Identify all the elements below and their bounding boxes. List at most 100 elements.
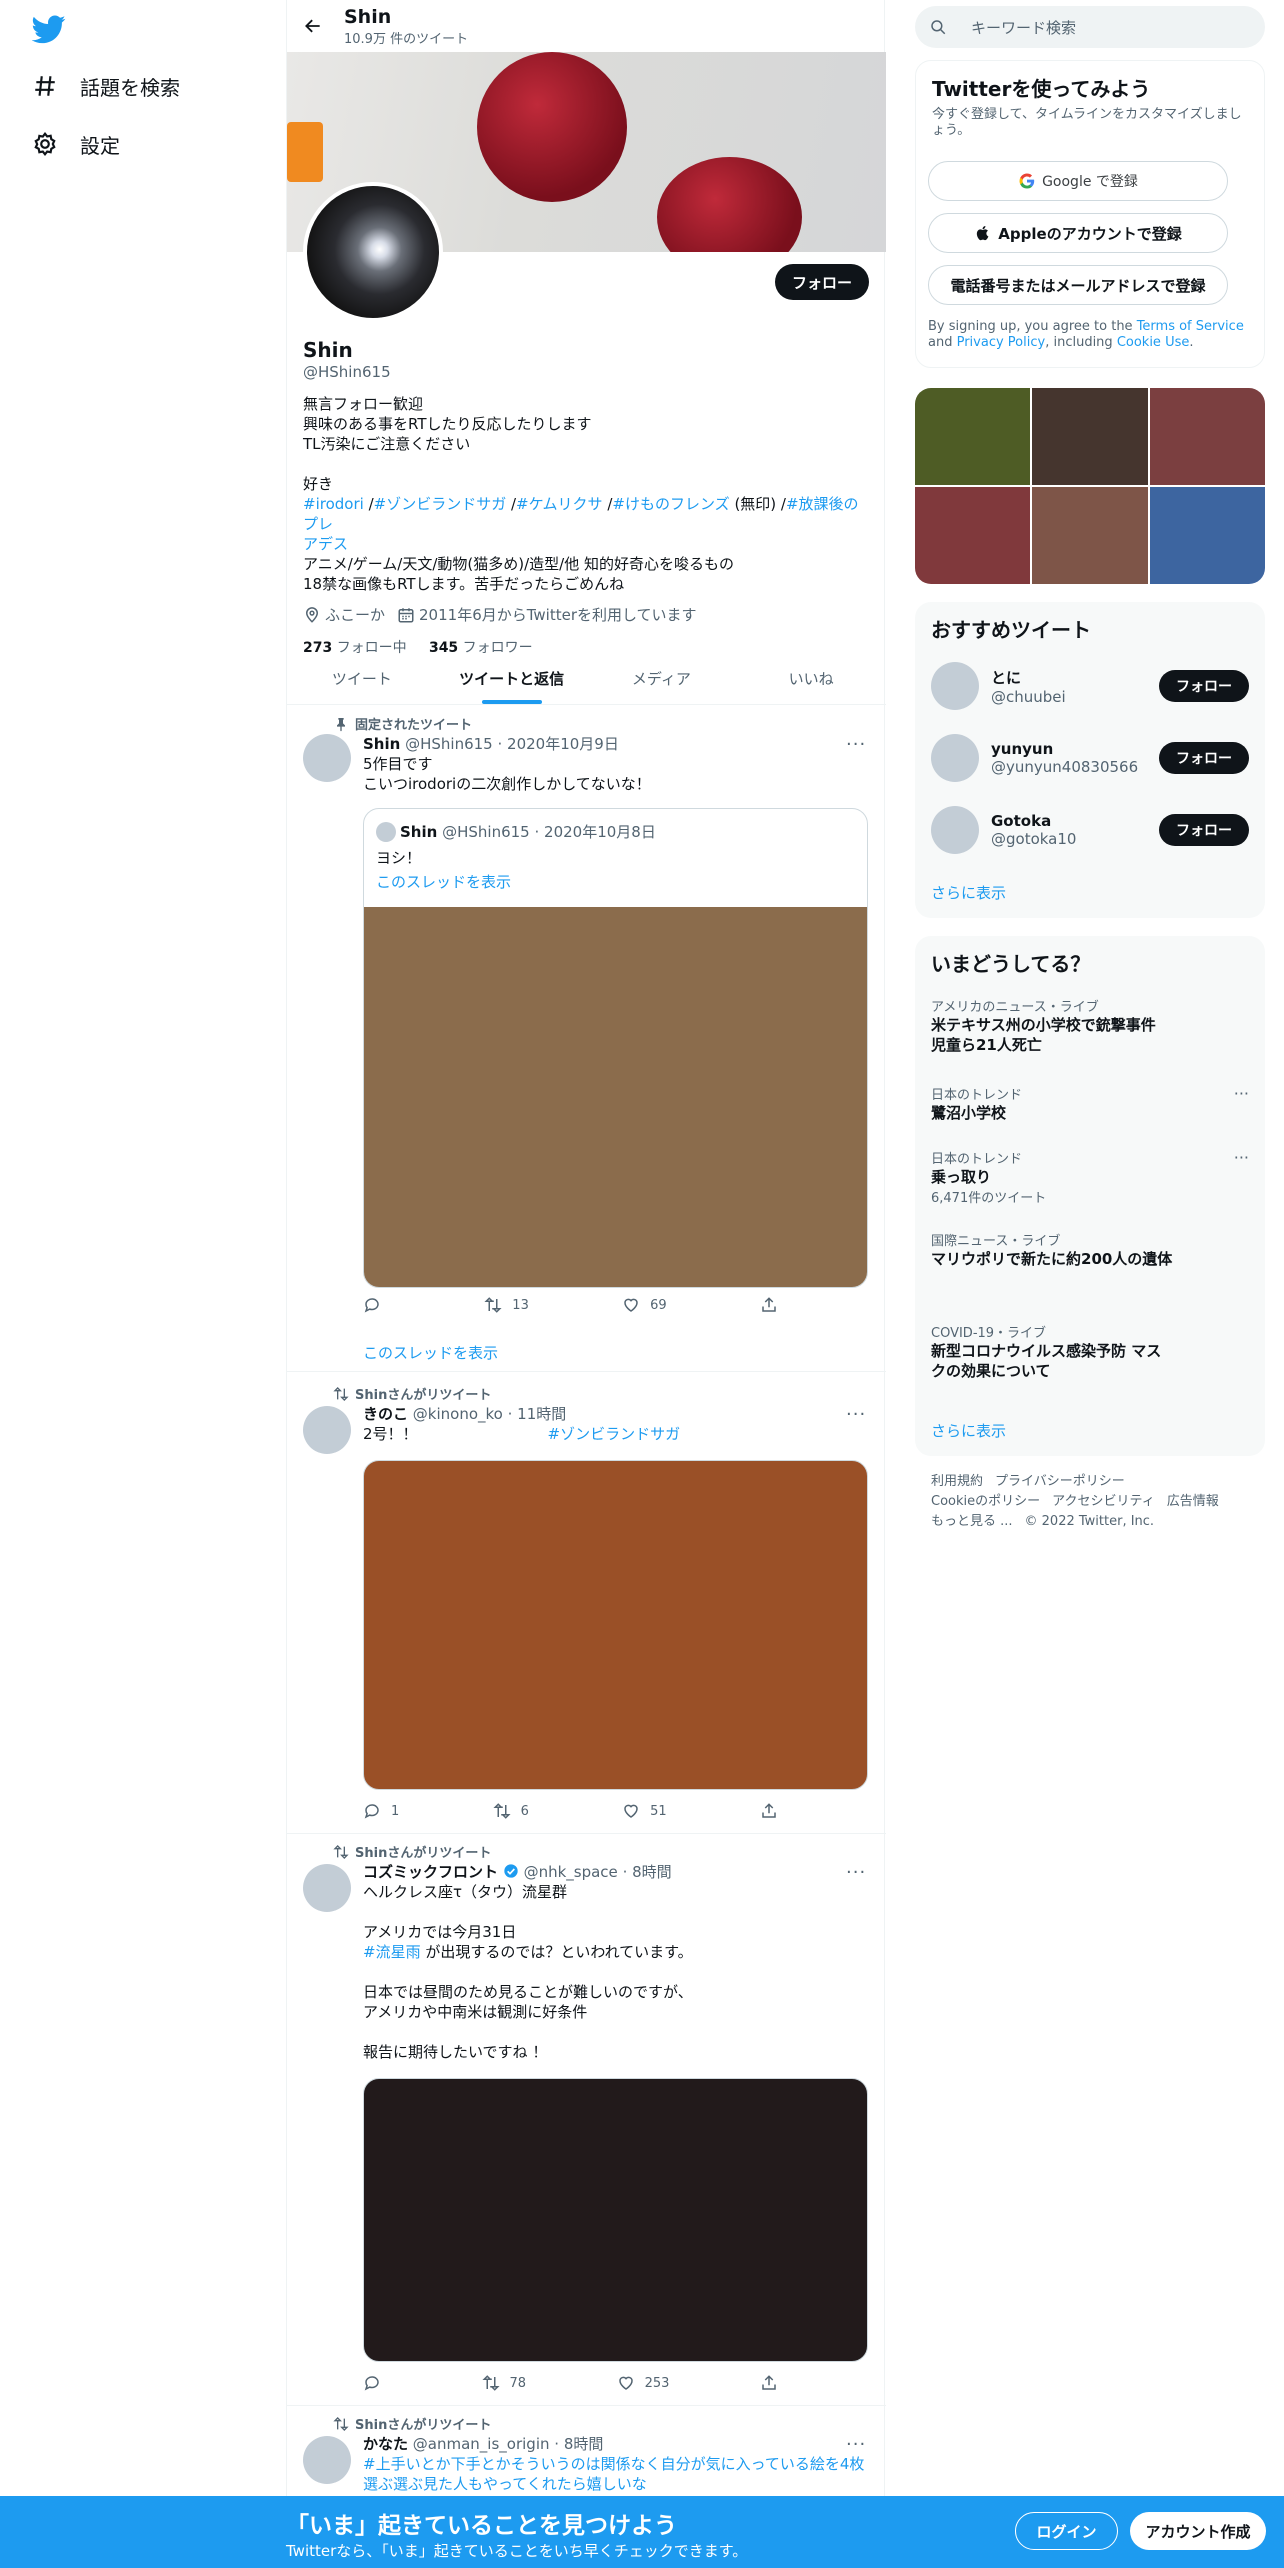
show-more-link[interactable]: さらに表示 (931, 1420, 1006, 1441)
search-box[interactable]: キーワード検索 (915, 6, 1265, 48)
tweet-author-handle[interactable]: @nhk_space (524, 1863, 618, 1881)
tweet-author-name[interactable]: コズミックフロント (363, 1863, 498, 1881)
tweet-author-handle[interactable]: @anman_is_origin (413, 2435, 550, 2453)
quoted-show-thread-link[interactable]: このスレッドを表示 (376, 871, 511, 892)
tweet-author-handle[interactable]: @kinono_ko (413, 1405, 503, 1423)
tweet-avatar[interactable] (303, 2436, 351, 2484)
quoted-tweet-image[interactable] (364, 907, 867, 1287)
show-thread-link[interactable]: このスレッドを表示 (363, 1342, 498, 1363)
trend-more-button[interactable]: ··· (1234, 1084, 1249, 1103)
follow-button[interactable]: フォロー (1159, 670, 1249, 702)
trend-item[interactable]: アメリカのニュース・ライブ 米テキサス州の小学校で銃撃事件 児童ら21人死亡 (931, 996, 1249, 1055)
tweet-date[interactable]: · 11時間 (508, 1405, 567, 1423)
tweet-date[interactable]: · 8時間 (554, 2435, 603, 2453)
cookie-use-link[interactable]: Cookie Use (1117, 335, 1190, 350)
tweet-author-name[interactable]: きのこ (363, 1405, 408, 1423)
tweet-avatar[interactable] (303, 1864, 351, 1912)
hashtag-link[interactable]: #irodori (303, 495, 364, 513)
trend-item[interactable]: 日本のトレンド 鷺沼小学校 ··· (931, 1084, 1249, 1123)
nav-settings[interactable]: 設定 (32, 124, 120, 164)
tweet-date[interactable]: · 2020年10月9日 (498, 735, 619, 753)
tweet-image[interactable] (363, 2078, 868, 2362)
google-signup-button[interactable]: Google で登録 (928, 161, 1228, 201)
tweet-more-button[interactable]: ··· (846, 1862, 870, 1883)
search-input[interactable]: キーワード検索 (971, 17, 1076, 38)
retweet-icon (333, 1386, 349, 1401)
hashtag-link[interactable]: #上手いとか下手とかそういうのは関係なく自分が気に入っている絵を4枚選ぶ選ぶ見た… (363, 2454, 868, 2494)
reply-button[interactable] (363, 1296, 391, 1314)
share-button[interactable] (760, 1296, 788, 1314)
footer-link[interactable]: アクセシビリティ (1052, 1494, 1155, 1509)
footer-link[interactable]: 利用規約 (931, 1474, 983, 1489)
tweet[interactable]: 固定されたツイート Shin @HShin615 · 2020年10月9日 5作… (287, 706, 886, 1372)
trend-item[interactable]: 国際ニュース・ライブ マリウポリで新たに約200人の遺体 (931, 1230, 1249, 1269)
apple-signup-button[interactable]: Appleのアカウントで登録 (928, 213, 1228, 253)
share-button[interactable] (760, 1802, 788, 1820)
follow-button[interactable]: フォロー (775, 264, 869, 300)
nav-explore[interactable]: 話題を検索 (32, 66, 180, 106)
hashtag-link[interactable]: #流星雨 (363, 1943, 421, 1961)
tweet-author-name[interactable]: Shin (363, 735, 400, 753)
media-thumbnail[interactable] (915, 487, 1031, 584)
phone-email-signup-button[interactable]: 電話番号またはメールアドレスで登録 (928, 265, 1228, 305)
media-thumbnail[interactable] (1149, 388, 1265, 485)
recommended-user[interactable]: とに @chuubei フォロー (931, 660, 1249, 712)
tweet-avatar[interactable] (303, 734, 351, 782)
privacy-policy-link[interactable]: Privacy Policy (957, 335, 1046, 350)
trend-item[interactable]: COVID-19・ライブ 新型コロナウイルス感染予防 マス クの効果について (931, 1322, 1249, 1381)
tweet-more-button[interactable]: ··· (846, 734, 870, 755)
like-button[interactable]: 253 (617, 2374, 669, 2392)
tweet-author-handle[interactable]: @HShin615 (405, 735, 493, 753)
header-profile-name: Shin (344, 5, 392, 28)
reply-button[interactable]: 1 (363, 1802, 399, 1820)
tweet-date[interactable]: · 8時間 (623, 1863, 672, 1881)
show-more-link[interactable]: さらに表示 (931, 882, 1006, 903)
trend-more-button[interactable]: ··· (1234, 1148, 1249, 1167)
retweet-button[interactable]: 78 (481, 2374, 526, 2392)
tweet-more-button[interactable]: ··· (846, 1404, 870, 1425)
tweet[interactable]: Shinさんがリツイート コズミックフロント @nhk_space · 8時間 … (287, 1836, 886, 2406)
tweet-author-name[interactable]: かなた (363, 2435, 408, 2453)
like-button[interactable]: 69 (622, 1296, 667, 1314)
profile-name: Shin (303, 338, 353, 362)
trend-item[interactable]: 日本のトレンド 乗っ取り 6,471件のツイート ··· (931, 1148, 1249, 1206)
hashtag-link[interactable]: #けものフレンズ (612, 495, 729, 513)
quoted-tweet[interactable]: Shin @HShin615 · 2020年10月8日 ヨシ！ このスレッドを表… (363, 808, 868, 1288)
twitter-logo-icon[interactable] (32, 12, 66, 46)
hashtag-link[interactable]: #ゾンビランドサガ (374, 495, 507, 513)
hashtag-link[interactable]: #ゾンビランドサガ (548, 1425, 681, 1443)
footer-link[interactable]: 広告情報 (1167, 1494, 1219, 1509)
back-button[interactable] (287, 0, 339, 52)
tab-likes[interactable]: いいね (736, 652, 886, 704)
tweet-image[interactable] (363, 1460, 868, 1790)
tweet[interactable]: Shinさんがリツイート きのこ @kinono_ko · 11時間 2号！！ #… (287, 1374, 886, 1834)
footer-more-link[interactable]: もっと見る ... (931, 1514, 1013, 1529)
profile-avatar[interactable] (303, 182, 443, 322)
retweet-button[interactable]: 13 (484, 1296, 529, 1314)
follow-button[interactable]: フォロー (1159, 742, 1249, 774)
create-account-button[interactable]: アカウント作成 (1130, 2512, 1266, 2550)
reply-button[interactable] (363, 2374, 391, 2392)
hashtag-link[interactable]: #ケムリクサ (516, 495, 603, 513)
tweet[interactable]: Shinさんがリツイート かなた @anman_is_origin · 8時間 … (287, 2408, 886, 2498)
media-thumbnail[interactable] (1032, 487, 1148, 584)
media-thumbnail[interactable] (1032, 388, 1148, 485)
footer-link[interactable]: Cookieのポリシー (931, 1494, 1040, 1509)
tab-tweets-and-replies[interactable]: ツイートと返信 (437, 652, 587, 704)
like-button[interactable]: 51 (622, 1802, 667, 1820)
tweet-avatar[interactable] (303, 1406, 351, 1454)
media-thumbnail[interactable] (1149, 487, 1265, 584)
recommended-user[interactable]: yunyun @yunyun40830566 フォロー (931, 732, 1249, 784)
recommended-user[interactable]: Gotoka @gotoka10 フォロー (931, 804, 1249, 856)
retweet-button[interactable]: 6 (493, 1802, 529, 1820)
follow-button[interactable]: フォロー (1159, 814, 1249, 846)
share-button[interactable] (760, 2374, 788, 2392)
media-thumbnail[interactable] (915, 388, 1031, 485)
footer-link[interactable]: プライバシーポリシー (995, 1474, 1125, 1489)
tweet-more-button[interactable]: ··· (846, 2434, 870, 2455)
terms-of-service-link[interactable]: Terms of Service (1137, 319, 1244, 334)
tab-media[interactable]: メディア (587, 652, 737, 704)
login-button[interactable]: ログイン (1015, 2512, 1118, 2550)
tab-tweets[interactable]: ツイート (287, 652, 437, 704)
hashtag-link-continued[interactable]: アデス (303, 534, 873, 554)
